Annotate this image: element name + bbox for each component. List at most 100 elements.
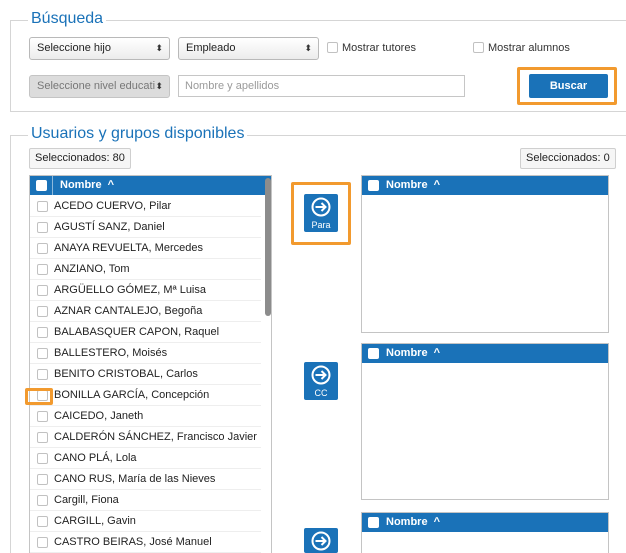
row-checkbox[interactable] (37, 327, 48, 338)
arrow-right-circle-icon (311, 365, 331, 385)
user-row[interactable]: AZNAR CANTALEJO, Begoña (30, 301, 261, 322)
user-name: BALLESTERO, Moisés (54, 347, 168, 359)
third-recipients-list: Nombre ^ (361, 512, 609, 553)
select-all-checkbox[interactable] (36, 180, 47, 191)
cc-recipients-list: Nombre ^ (361, 343, 609, 500)
row-checkbox[interactable] (37, 348, 48, 359)
user-row[interactable]: CANO RUS, María de las Nieves (30, 469, 261, 490)
show-students-checkbox[interactable] (473, 42, 484, 53)
user-row[interactable]: ANZIANO, Tom (30, 259, 261, 280)
to-recipients-list: Nombre ^ (361, 175, 609, 333)
user-name: CASTRO BEIRAS, José Manuel (54, 536, 212, 548)
row-checkbox[interactable] (37, 453, 48, 464)
third-select-all-checkbox[interactable] (368, 517, 379, 528)
available-users-header[interactable]: Nombre ^ (30, 176, 271, 195)
chevron-up-icon: ^ (430, 347, 441, 359)
third-column-header-name[interactable]: Nombre ^ (386, 513, 440, 532)
user-row[interactable]: BENITO CRISTOBAL, Carlos (30, 364, 261, 385)
user-row[interactable]: BONILLA GARCÍA, Concepción (30, 385, 261, 406)
user-name: ACEDO CUERVO, Pilar (54, 200, 172, 212)
user-row[interactable]: CASTRO BEIRAS, José Manuel (30, 532, 261, 553)
user-name: ANAYA REVUELTA, Mercedes (54, 242, 203, 254)
select-arrows-icon: ⬍ (155, 43, 163, 53)
cc-column-header-label: Nombre (386, 347, 428, 359)
header-separator (52, 176, 53, 195)
list-scrollbar[interactable] (265, 178, 271, 316)
to-recipients-header[interactable]: Nombre ^ (362, 176, 608, 195)
column-header-label: Nombre (60, 179, 102, 191)
selected-count-right: Seleccionados: 0 (520, 148, 616, 169)
cc-recipients-header[interactable]: Nombre ^ (362, 344, 608, 363)
user-row[interactable]: ACEDO CUERVO, Pilar (30, 196, 261, 217)
to-select-all-checkbox[interactable] (368, 180, 379, 191)
user-row[interactable]: ARGÜELLO GÓMEZ, Mª Luisa (30, 280, 261, 301)
user-name: BENITO CRISTOBAL, Carlos (54, 368, 198, 380)
role-select[interactable]: Empleado ⬍ (178, 37, 319, 60)
user-name: CARGILL, Gavin (54, 515, 136, 527)
show-students-label: Mostrar alumnos (488, 42, 570, 54)
user-row[interactable]: CALDERÓN SÁNCHEZ, Francisco Javier (30, 427, 261, 448)
chevron-up-icon: ^ (104, 179, 115, 191)
row-checkbox[interactable] (37, 285, 48, 296)
user-row[interactable]: CAICEDO, Janeth (30, 406, 261, 427)
row-checkbox[interactable] (37, 306, 48, 317)
available-users-list: Nombre ^ ACEDO CUERVO, Pilar AGUSTÍ SANZ,… (29, 175, 272, 553)
user-row[interactable]: CARGILL, Gavin (30, 511, 261, 532)
row-checkbox[interactable] (37, 243, 48, 254)
cc-select-all-checkbox[interactable] (368, 348, 379, 359)
move-cc-label: CC (314, 388, 328, 398)
show-tutors-checkbox[interactable] (327, 42, 338, 53)
search-legend: Búsqueda (28, 10, 107, 28)
selected-count-left: Seleccionados: 80 (29, 148, 131, 169)
show-tutors-label: Mostrar tutores (342, 42, 416, 54)
level-select[interactable]: Seleccione nivel educati ⬍ (29, 75, 170, 98)
user-name: AGUSTÍ SANZ, Daniel (54, 221, 165, 233)
row-checkbox[interactable] (37, 432, 48, 443)
user-name: BALABASQUER CAPON, Raquel (54, 326, 220, 338)
row-checkbox[interactable] (37, 537, 48, 548)
row-checkbox-highlight (25, 388, 53, 405)
move-cc-button[interactable]: CC (304, 362, 338, 400)
chevron-up-icon: ^ (430, 516, 441, 528)
row-checkbox[interactable] (37, 495, 48, 506)
cc-column-header-name[interactable]: Nombre ^ (386, 344, 440, 363)
user-name: CAICEDO, Janeth (54, 410, 144, 422)
search-button[interactable]: Buscar (529, 74, 608, 98)
user-row[interactable]: CANO PLÁ, Lola (30, 448, 261, 469)
row-checkbox[interactable] (37, 474, 48, 485)
select-arrows-icon: ⬍ (155, 81, 163, 91)
user-name: AZNAR CANTALEJO, Begoña (54, 305, 203, 317)
row-checkbox[interactable] (37, 516, 48, 527)
user-row[interactable]: ANAYA REVUELTA, Mercedes (30, 238, 261, 259)
move-to-button[interactable]: Para (304, 194, 338, 232)
user-name: CALDERÓN SÁNCHEZ, Francisco Javier (54, 431, 257, 443)
user-name: BONILLA GARCÍA, Concepción (54, 389, 210, 401)
arrow-right-circle-icon (311, 197, 331, 217)
user-name: CANO PLÁ, Lola (54, 452, 137, 464)
row-checkbox[interactable] (37, 222, 48, 233)
user-name: ARGÜELLO GÓMEZ, Mª Luisa (54, 284, 206, 296)
role-select-value: Empleado (186, 42, 236, 54)
arrow-right-circle-icon (311, 531, 331, 551)
child-select[interactable]: Seleccione hijo ⬍ (29, 37, 170, 60)
column-header-name[interactable]: Nombre ^ (60, 176, 114, 195)
child-select-value: Seleccione hijo (37, 42, 111, 54)
row-checkbox[interactable] (37, 201, 48, 212)
select-arrows-icon: ⬍ (304, 43, 312, 53)
user-row[interactable]: Cargill, Fiona (30, 490, 261, 511)
to-column-header-name[interactable]: Nombre ^ (386, 176, 440, 195)
row-checkbox[interactable] (37, 369, 48, 380)
third-column-header-label: Nombre (386, 516, 428, 528)
row-checkbox[interactable] (37, 411, 48, 422)
move-third-button[interactable] (304, 528, 338, 553)
user-name: Cargill, Fiona (54, 494, 119, 506)
name-search-input[interactable] (178, 75, 465, 97)
user-row[interactable]: BALABASQUER CAPON, Raquel (30, 322, 261, 343)
users-legend: Usuarios y grupos disponibles (28, 125, 248, 143)
user-row[interactable]: AGUSTÍ SANZ, Daniel (30, 217, 261, 238)
user-name: ANZIANO, Tom (54, 263, 130, 275)
move-to-label: Para (311, 220, 331, 230)
user-row[interactable]: BALLESTERO, Moisés (30, 343, 261, 364)
row-checkbox[interactable] (37, 264, 48, 275)
third-recipients-header[interactable]: Nombre ^ (362, 513, 608, 532)
